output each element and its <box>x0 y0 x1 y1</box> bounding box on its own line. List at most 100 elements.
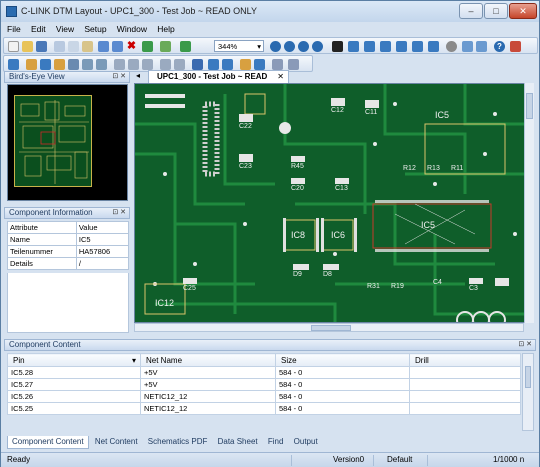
cut-icon[interactable] <box>54 41 65 52</box>
zoom-in-icon[interactable] <box>270 41 281 52</box>
layers2-icon[interactable] <box>288 59 299 70</box>
highlight-icon[interactable] <box>240 59 251 70</box>
route-icon[interactable] <box>82 59 93 70</box>
table-row[interactable]: IC5.26 NETIC12_12 584 - 0 <box>7 390 521 403</box>
view-1-icon[interactable] <box>462 41 473 52</box>
column-header-net[interactable]: Net Name <box>140 353 276 367</box>
menu-help[interactable]: Help <box>153 23 178 36</box>
pcb-canvas[interactable]: C12 C11 IC5 C22 C23 R45 C20 C13 R12 R13 … <box>134 83 533 323</box>
redo-icon[interactable] <box>112 41 123 52</box>
tab-output[interactable]: Output <box>290 436 322 448</box>
grid-6-icon[interactable] <box>428 41 439 52</box>
scroll-thumb[interactable] <box>526 93 533 119</box>
move-icon[interactable] <box>160 41 171 52</box>
select-icon[interactable] <box>8 59 19 70</box>
table-row[interactable]: Teilenummer HA57806 <box>7 245 130 258</box>
grid-4-icon[interactable] <box>396 41 407 52</box>
menu-view[interactable]: View <box>52 23 78 36</box>
zoom-out-icon[interactable] <box>284 41 295 52</box>
content-vertical-scrollbar[interactable] <box>522 353 534 431</box>
column-header-size[interactable]: Size <box>275 353 410 367</box>
tab-schematics-pdf[interactable]: Schematics PDF <box>144 436 212 448</box>
zoom-select[interactable]: 344% ▾ <box>214 40 264 52</box>
birds-eye-view[interactable] <box>7 84 128 201</box>
table-row[interactable]: IC5.27 +5V 584 - 0 <box>7 378 521 391</box>
find-icon[interactable] <box>332 41 343 52</box>
paste-icon[interactable] <box>82 41 93 52</box>
pcb-label: IC12 <box>155 298 174 308</box>
layer-down-icon[interactable] <box>180 41 191 52</box>
table-row[interactable]: IC5.25 NETIC12_12 584 - 0 <box>7 402 521 415</box>
wire-icon[interactable] <box>96 59 107 70</box>
attribute-cell: Details <box>7 257 77 270</box>
canvas-horizontal-scrollbar[interactable] <box>134 323 524 332</box>
component-info-empty <box>7 273 129 333</box>
column-header-pin[interactable]: Pin ▾ <box>7 353 141 367</box>
tab-net-content[interactable]: Net Content <box>91 436 142 448</box>
open-icon[interactable] <box>22 41 33 52</box>
menu-edit[interactable]: Edit <box>27 23 50 36</box>
canvas-vertical-scrollbar[interactable] <box>524 83 534 323</box>
drill-cell <box>409 402 521 415</box>
pcb-label: R12 <box>403 165 416 172</box>
status-bar: Ready Version0 Default 1/1000 n <box>1 452 539 467</box>
delete-icon[interactable]: ✖ <box>126 41 137 52</box>
pin-icon[interactable]: ⊡ ✕ <box>112 208 126 218</box>
sort-icon[interactable]: ▾ <box>132 356 140 365</box>
pointer-icon[interactable] <box>26 59 37 70</box>
tab-data-sheet[interactable]: Data Sheet <box>214 436 262 448</box>
menu-window[interactable]: Window <box>113 23 151 36</box>
document-tab[interactable]: UPC1_300 - Test Job ~ READ ONLY ✕ <box>148 70 289 93</box>
pcb-label: C13 <box>335 185 348 192</box>
grid-3-icon[interactable] <box>380 41 391 52</box>
grid-2-icon[interactable] <box>364 41 375 52</box>
maximize-button[interactable]: □ <box>484 3 508 19</box>
pin-icon[interactable]: ⊡ ✕ <box>518 340 532 350</box>
tab-find[interactable]: Find <box>264 436 288 448</box>
measure3-icon[interactable] <box>142 59 153 70</box>
list-icon[interactable] <box>254 59 265 70</box>
table-row[interactable]: Details / <box>7 257 130 270</box>
menu-setup[interactable]: Setup <box>80 23 110 36</box>
pin-icon[interactable]: ⊡ ✕ <box>112 72 126 82</box>
cross-icon[interactable] <box>160 59 171 70</box>
help-icon[interactable]: ? <box>494 41 505 52</box>
layer-up-icon[interactable] <box>142 41 153 52</box>
zoom-window-icon[interactable] <box>298 41 309 52</box>
pcb-label: C22 <box>239 123 252 130</box>
menu-file[interactable]: File <box>3 23 25 36</box>
minimize-button[interactable]: – <box>459 3 483 19</box>
copy-icon[interactable] <box>68 41 79 52</box>
grid-1-icon[interactable] <box>348 41 359 52</box>
close-button[interactable]: ✕ <box>509 3 537 19</box>
column-header-drill[interactable]: Drill <box>409 353 521 367</box>
measure-icon[interactable] <box>114 59 125 70</box>
zoom-fit-icon[interactable] <box>312 41 323 52</box>
pin-icon[interactable] <box>192 59 203 70</box>
save-icon[interactable] <box>36 41 47 52</box>
status-text: Ready <box>7 455 31 464</box>
measure2-icon[interactable] <box>128 59 139 70</box>
align-icon[interactable] <box>68 59 79 70</box>
grid-5-icon[interactable] <box>412 41 423 52</box>
scroll-thumb[interactable] <box>525 366 531 388</box>
table-row[interactable]: IC5.28 +5V 584 - 0 <box>7 366 521 379</box>
settings-icon[interactable] <box>446 41 457 52</box>
undo-icon[interactable] <box>98 41 109 52</box>
status-zoom-ratio: 1/1000 n <box>493 455 525 464</box>
about-icon[interactable] <box>510 41 521 52</box>
new-icon[interactable] <box>8 41 19 52</box>
tab-component-content[interactable]: Component Content <box>7 436 89 449</box>
table-row[interactable]: Name IC5 <box>7 233 130 246</box>
view-2-icon[interactable] <box>476 41 487 52</box>
hand-icon[interactable] <box>54 59 65 70</box>
align-left-icon[interactable] <box>40 59 51 70</box>
scroll-thumb[interactable] <box>311 325 351 331</box>
snap-icon[interactable] <box>174 59 185 70</box>
net-icon[interactable] <box>222 59 233 70</box>
chevron-down-icon: ▾ <box>257 42 261 51</box>
component-icon[interactable] <box>208 59 219 70</box>
close-icon[interactable]: ✕ <box>277 71 284 83</box>
layers-icon[interactable] <box>272 59 283 70</box>
tab-scroll-icon[interactable]: ◂ <box>136 71 140 80</box>
